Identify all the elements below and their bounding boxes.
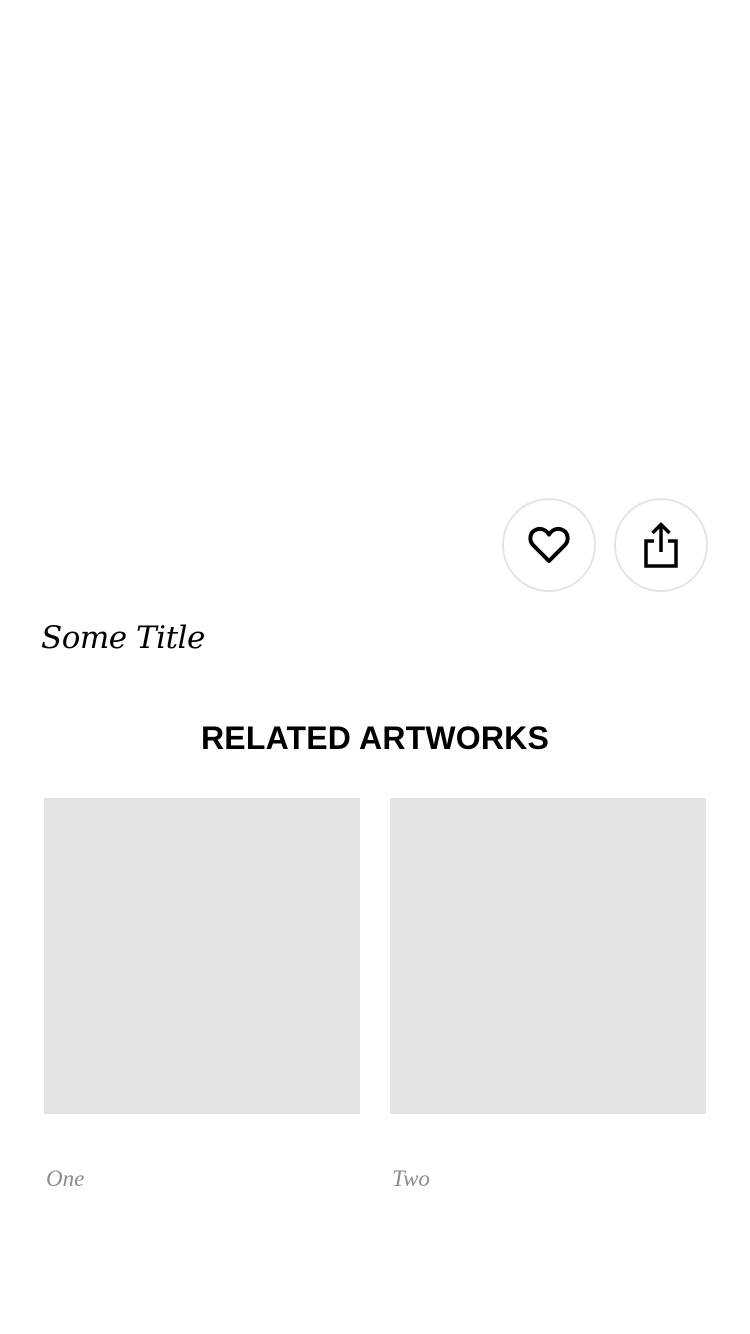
related-artwork-caption[interactable]: One — [44, 1164, 360, 1194]
related-artwork-caption[interactable]: Two — [390, 1164, 706, 1194]
heart-icon — [528, 526, 570, 563]
share-button[interactable] — [614, 498, 708, 592]
related-artwork-card[interactable]: One — [44, 798, 360, 1194]
favorite-button[interactable] — [502, 498, 596, 592]
related-artwork-image[interactable] — [44, 798, 360, 1114]
share-icon — [644, 522, 678, 568]
related-artwork-image[interactable] — [390, 798, 706, 1114]
artwork-image-area — [0, 0, 750, 480]
related-artworks-heading: RELATED ARTWORKS — [200, 720, 550, 756]
related-artwork-card[interactable]: Two — [390, 798, 706, 1194]
artwork-title: Some Title — [41, 620, 205, 656]
